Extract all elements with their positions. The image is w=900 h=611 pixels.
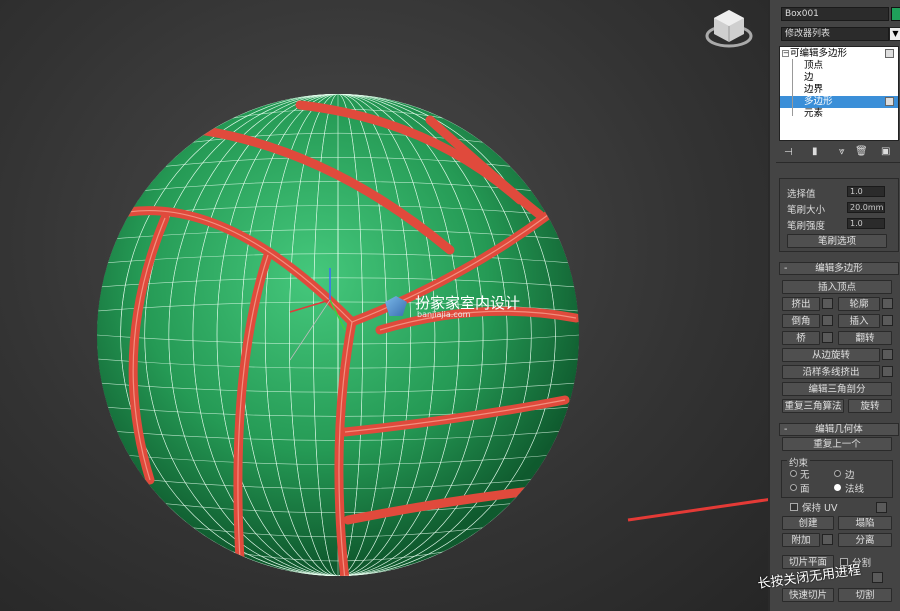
brush-options-button[interactable]: 笔刷选项 xyxy=(787,234,887,248)
constraint-face-label: 面 xyxy=(800,484,810,495)
annotation-arrow xyxy=(627,498,768,522)
stack-item-border[interactable]: 边界 xyxy=(804,84,823,96)
constraint-edge-label: 边 xyxy=(845,470,855,481)
select-value-spinner[interactable]: 1.0 xyxy=(847,186,885,197)
insert-vertex-button[interactable]: 插入顶点 xyxy=(782,280,892,294)
select-value-label: 选择值 xyxy=(787,189,816,200)
brush-size-label: 笔刷大小 xyxy=(787,205,826,216)
outline-settings-icon[interactable] xyxy=(882,298,893,309)
edit-polygons-rollout[interactable]: - 编辑多边形 xyxy=(779,262,899,275)
retriangulate-button[interactable]: 重复三角算法 xyxy=(782,399,844,413)
configure-sets-icon[interactable]: ▣ xyxy=(881,146,890,157)
watermark-url: banjiajia.com xyxy=(417,310,471,319)
slice-settings-icon[interactable] xyxy=(872,572,883,583)
edit-geometry-rollout[interactable]: - 编辑几何体 xyxy=(779,423,899,436)
inset-button[interactable]: 插入 xyxy=(838,314,880,328)
detach-button[interactable]: 分离 xyxy=(838,533,892,547)
stack-toolbar: ⊣ ▮ ⩔ 🗑 ▣ xyxy=(779,144,899,160)
stack-item-editable-poly[interactable]: − 可编辑多边形 xyxy=(780,48,898,60)
attach-button[interactable]: 附加 xyxy=(782,533,820,547)
brush-strength-label: 笔刷强度 xyxy=(787,221,826,232)
scene xyxy=(97,10,768,576)
viewcube-icon[interactable] xyxy=(705,10,753,48)
preserve-uv-checkbox[interactable] xyxy=(790,503,798,511)
dropdown-arrow-icon[interactable]: ▼ xyxy=(889,27,900,41)
attach-settings-icon[interactable] xyxy=(822,534,833,545)
object-color-swatch[interactable] xyxy=(891,7,900,21)
create-button[interactable]: 创建 xyxy=(782,516,834,530)
outline-button[interactable]: 轮廓 xyxy=(838,297,880,311)
flip-button[interactable]: 翻转 xyxy=(838,331,892,345)
constraint-none-label: 无 xyxy=(800,470,810,481)
stack-tree-lines xyxy=(792,59,793,116)
bevel-settings-icon[interactable] xyxy=(822,315,833,326)
cut-button[interactable]: 切割 xyxy=(838,588,892,602)
make-unique-icon[interactable]: ⩔ xyxy=(839,146,845,157)
viewport[interactable]: 扮家家室内设计 banjiajia.com xyxy=(0,0,768,611)
preserve-uv-settings-icon[interactable] xyxy=(876,502,887,513)
brush-strength-spinner[interactable]: 1.0 xyxy=(847,218,885,229)
stack-item-polygon[interactable]: 多边形 xyxy=(780,96,898,108)
bridge-button[interactable]: 桥 xyxy=(782,331,820,345)
hinge-from-edge-button[interactable]: 从边旋转 xyxy=(782,348,880,362)
subobject-toggle-icon[interactable] xyxy=(885,97,894,106)
constraint-normal-radio[interactable] xyxy=(834,484,841,491)
stack-item-vertex[interactable]: 顶点 xyxy=(804,60,823,72)
brush-size-spinner[interactable]: 20.0mm xyxy=(847,202,885,213)
bevel-button[interactable]: 倒角 xyxy=(782,314,820,328)
constraint-face-radio[interactable] xyxy=(790,484,797,491)
constraint-none-radio[interactable] xyxy=(790,470,797,477)
extrude-spline-settings-icon[interactable] xyxy=(882,366,893,377)
repeat-last-button[interactable]: 重复上一个 xyxy=(782,437,892,451)
modifier-stack[interactable]: − 可编辑多边形 顶点 边 边界 多边形 元素 xyxy=(779,46,899,141)
stack-item-element[interactable]: 元素 xyxy=(804,108,823,120)
stack-item-edge[interactable]: 边 xyxy=(804,72,814,84)
hinge-settings-icon[interactable] xyxy=(882,349,893,360)
object-name-field[interactable]: Box001 xyxy=(781,7,889,21)
turn-button[interactable]: 旋转 xyxy=(848,399,892,413)
constraint-edge-radio[interactable] xyxy=(834,470,841,477)
edit-triangulation-button[interactable]: 编辑三角剖分 xyxy=(782,382,892,396)
divider xyxy=(776,162,900,163)
collapse-icon[interactable]: − xyxy=(782,50,789,57)
remove-modifier-icon[interactable]: 🗑 xyxy=(855,146,868,157)
modifier-list-dropdown[interactable]: 修改器列表 xyxy=(781,27,889,41)
quickslice-button[interactable]: 快速切片 xyxy=(782,588,834,602)
extrude-along-spline-button[interactable]: 沿样条线挤出 xyxy=(782,365,880,379)
bridge-settings-icon[interactable] xyxy=(822,332,833,343)
pin-stack-icon[interactable]: ⊣ xyxy=(784,147,793,158)
preserve-uv-label: 保持 UV xyxy=(802,503,838,514)
collapse-button[interactable]: 塌陷 xyxy=(838,516,892,530)
show-end-result-icon[interactable]: ▮ xyxy=(812,146,818,157)
extrude-settings-icon[interactable] xyxy=(822,298,833,309)
inset-settings-icon[interactable] xyxy=(882,315,893,326)
modifier-toggle-icon[interactable] xyxy=(885,49,894,58)
extrude-button[interactable]: 挤出 xyxy=(782,297,820,311)
constraint-normal-label: 法线 xyxy=(845,484,865,495)
